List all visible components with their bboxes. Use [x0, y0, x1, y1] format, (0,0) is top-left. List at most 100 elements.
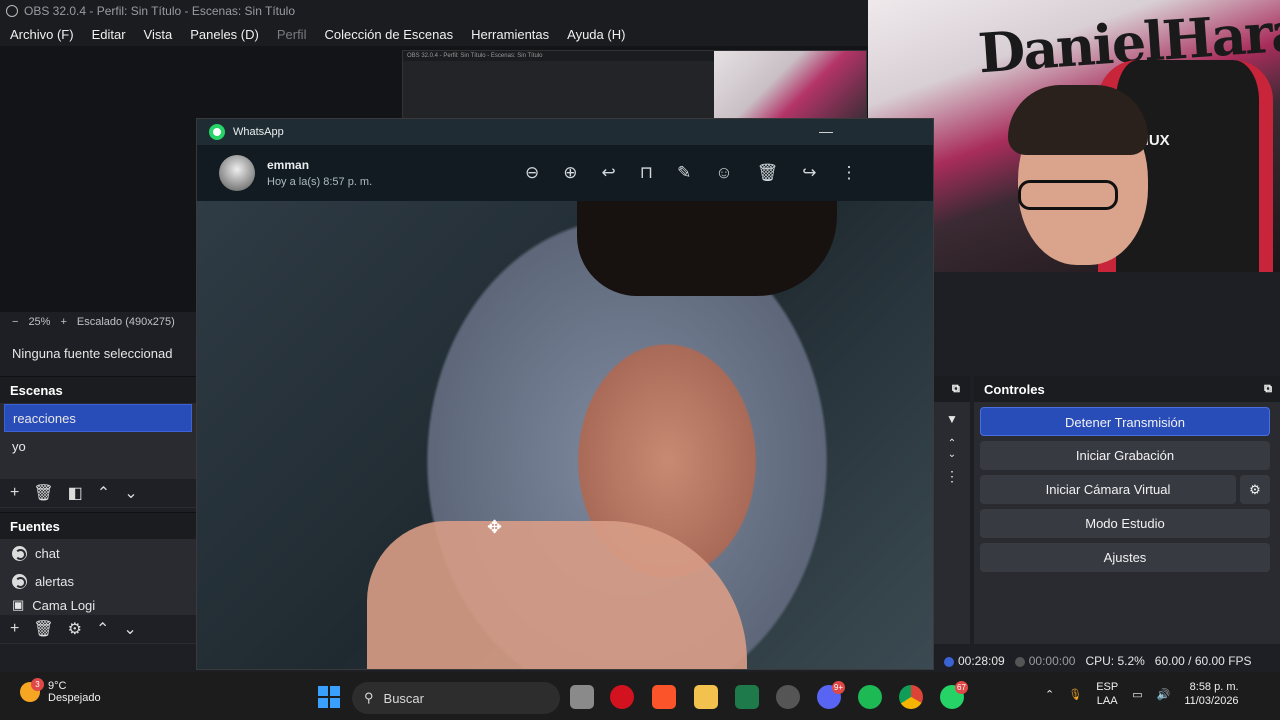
- chrome-icon[interactable]: [899, 685, 923, 709]
- zoom-in-button[interactable]: +: [60, 316, 66, 328]
- microphone-icon[interactable]: 🎙: [1068, 688, 1082, 701]
- more-options-icon[interactable]: ⋮: [934, 468, 970, 485]
- zoom-out-icon[interactable]: ⊖: [525, 163, 539, 183]
- spin-arrows-icon[interactable]: ⌃ ⌄: [934, 438, 970, 460]
- scene-item-yo[interactable]: yo: [0, 433, 196, 461]
- whatsapp-media-viewer: WhatsApp — emman Hoy a la(s) 8:57 p. m. …: [196, 118, 934, 670]
- weather-widget[interactable]: 3 9°C Despejado: [20, 678, 101, 704]
- pin-icon[interactable]: ✎: [677, 163, 691, 183]
- scenes-toolbar: + 🗑 ◧ ⌃ ⌄: [0, 479, 196, 507]
- source-item[interactable]: chat: [0, 539, 196, 567]
- move-cursor-icon: ✥: [487, 517, 503, 537]
- scene-item-reacciones[interactable]: reacciones: [4, 404, 192, 432]
- undock-icon[interactable]: ⧉: [934, 376, 970, 402]
- obs-icon[interactable]: [776, 685, 800, 709]
- fps-readout: 60.00 / 60.00 FPS: [1154, 654, 1252, 668]
- virtual-camera-settings-gear-icon[interactable]: ⚙: [1240, 475, 1270, 504]
- spotify-icon[interactable]: [858, 685, 882, 709]
- bookmark-icon[interactable]: ⊓: [640, 163, 653, 183]
- contact-name: emman: [267, 158, 310, 172]
- chevron-down-icon[interactable]: ⌄: [123, 619, 136, 639]
- stream-status: 00:28:09: [944, 654, 1005, 668]
- whatsapp-taskbar-icon[interactable]: 67: [940, 681, 968, 709]
- opera-icon[interactable]: [610, 685, 634, 709]
- delete-icon[interactable]: 🗑: [757, 163, 779, 183]
- start-virtual-camera-button[interactable]: Iniciar Cámara Virtual: [980, 475, 1236, 504]
- whatsapp-titlebar: WhatsApp —: [197, 119, 933, 145]
- stop-streaming-button[interactable]: Detener Transmisión: [980, 407, 1270, 436]
- controls-panel: Controles ⧉ Detener Transmisión Iniciar …: [974, 376, 1280, 644]
- menu-coleccion-escenas[interactable]: Colección de Escenas: [314, 27, 461, 42]
- filter-icon[interactable]: ◧: [68, 483, 83, 503]
- zoom-out-button[interactable]: −: [12, 316, 18, 328]
- add-icon[interactable]: +: [10, 484, 19, 502]
- clock-date: 11/03/2026: [1184, 695, 1239, 707]
- menu-vista[interactable]: Vista: [134, 27, 181, 42]
- more-options-icon[interactable]: ⋮: [840, 163, 857, 183]
- trash-icon[interactable]: 🗑: [33, 483, 53, 503]
- task-view-icon[interactable]: [570, 685, 594, 709]
- trash-icon[interactable]: 🗑: [33, 619, 53, 639]
- menu-paneles[interactable]: Paneles (D): [180, 27, 267, 42]
- emoji-icon[interactable]: ☺: [715, 163, 732, 183]
- source-label: alertas: [35, 573, 75, 589]
- chevron-up-icon[interactable]: ⌃: [96, 619, 109, 639]
- media-toolbar: ⊖ ⊕ ↩ ⊓ ✎ ☺ 🗑 ↪ ⋮: [525, 163, 857, 183]
- mini-preview-webcam: [714, 51, 866, 119]
- audio-mixer-strip: ⧉ ▼ ⌃ ⌄ ⋮: [934, 376, 970, 644]
- volume-icon[interactable]: 🔊: [1157, 688, 1171, 701]
- scenes-panel-title: Escenas: [0, 377, 196, 403]
- taskbar-search[interactable]: ⚲ Buscar: [352, 682, 560, 714]
- no-source-label: Ninguna fuente seleccionad: [0, 336, 200, 370]
- source-item[interactable]: ▣ Cama Logi: [0, 595, 196, 615]
- record-icon: [1014, 656, 1025, 667]
- menu-herramientas[interactable]: Herramientas: [461, 27, 557, 42]
- source-item[interactable]: alertas: [0, 567, 196, 595]
- file-explorer-icon[interactable]: [694, 685, 718, 709]
- menu-ayuda[interactable]: Ayuda (H): [557, 27, 633, 42]
- gear-icon[interactable]: ⚙: [68, 619, 82, 639]
- app-icon[interactable]: [735, 685, 759, 709]
- menu-perfil[interactable]: Perfil: [267, 27, 315, 42]
- obs-menu-bar: Archivo (F) Editar Vista Paneles (D) Per…: [0, 22, 868, 46]
- menu-archivo[interactable]: Archivo (F): [0, 27, 82, 42]
- add-icon[interactable]: +: [10, 620, 19, 638]
- minimize-icon[interactable]: —: [819, 123, 833, 139]
- zoom-controls: − 25% + Escalado (490x275): [0, 312, 200, 332]
- clock[interactable]: 8:58 p. m. 11/03/2026: [1184, 680, 1238, 708]
- zoom-in-icon[interactable]: ⊕: [563, 163, 577, 183]
- whatsapp-logo-icon: [209, 124, 225, 140]
- studio-mode-button[interactable]: Modo Estudio: [980, 509, 1270, 538]
- undock-icon[interactable]: ⧉: [1264, 383, 1272, 396]
- forward-icon[interactable]: ↪: [802, 163, 816, 183]
- chevron-up-icon[interactable]: ⌃: [97, 483, 110, 503]
- avatar[interactable]: [219, 155, 255, 191]
- system-tray: ⌃ 🎙 ESP LAA ▭ 🔊 8:58 p. m. 11/03/2026: [1045, 680, 1239, 708]
- sources-toolbar: + 🗑 ⚙ ⌃ ⌄: [0, 615, 196, 643]
- language-code: ESP: [1096, 681, 1119, 693]
- windows-start-icon[interactable]: [318, 686, 340, 708]
- menu-editar[interactable]: Editar: [82, 27, 134, 42]
- settings-button[interactable]: Ajustes: [980, 543, 1270, 572]
- browser-source-icon: [12, 545, 27, 561]
- photo-hair: [577, 201, 837, 296]
- dropdown-icon[interactable]: ▼: [934, 412, 970, 426]
- message-timestamp: Hoy a la(s) 8:57 p. m.: [267, 176, 373, 188]
- network-icon[interactable]: ▭: [1132, 688, 1142, 701]
- controls-panel-title: Controles ⧉: [974, 376, 1280, 402]
- weather-temp: 9°C: [48, 680, 67, 692]
- chevron-down-icon[interactable]: ⌄: [124, 483, 137, 503]
- reply-icon[interactable]: ↩: [602, 163, 616, 183]
- keyboard-layout: LAA: [1096, 695, 1118, 707]
- language-indicator[interactable]: ESP LAA: [1096, 680, 1118, 708]
- stream-time: 00:28:09: [958, 654, 1005, 668]
- whatsapp-window-title: WhatsApp: [233, 126, 284, 138]
- media-photo[interactable]: ✥: [197, 201, 933, 669]
- camera-icon: ▣: [12, 597, 25, 612]
- photo-hand: [367, 521, 747, 669]
- weather-sun-icon: 3: [20, 678, 44, 702]
- brave-icon[interactable]: [652, 685, 676, 709]
- discord-icon[interactable]: 9+: [817, 681, 845, 709]
- chevron-up-icon[interactable]: ⌃: [1045, 688, 1054, 701]
- start-recording-button[interactable]: Iniciar Grabación: [980, 441, 1270, 470]
